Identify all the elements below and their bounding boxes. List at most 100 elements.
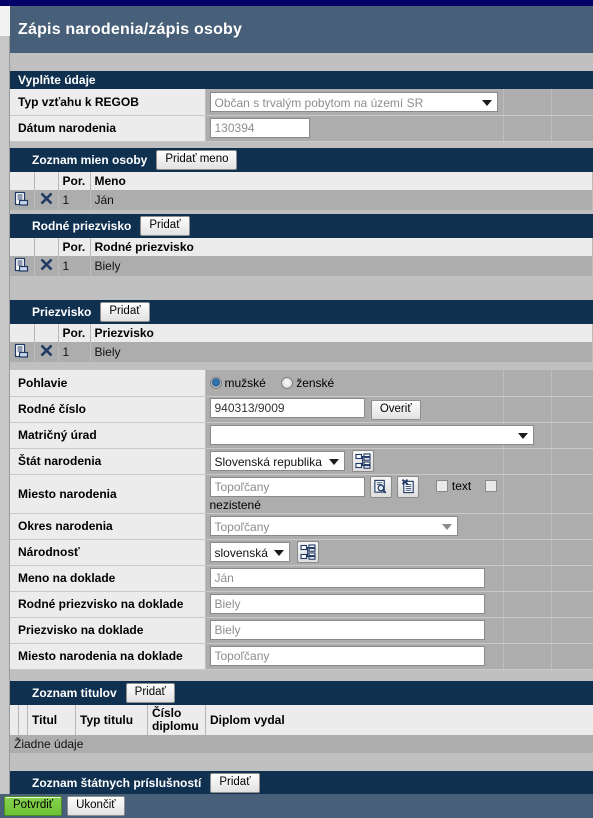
- priezvisko-na-doklade-input[interactable]: [209, 620, 485, 640]
- spacer-cell-5b: [551, 474, 593, 514]
- label-datum-narodenia: Dátum narodenia: [10, 115, 206, 142]
- sn-row-value: Biely: [90, 342, 593, 362]
- bs-row-value: Biely: [90, 256, 593, 276]
- page-title-banner: Zápis narodenia/zápis osoby: [10, 6, 593, 53]
- document-detail-icon[interactable]: [14, 191, 30, 207]
- bs-row-por: 1: [58, 256, 91, 276]
- names-col-delete: [34, 172, 59, 190]
- spacer-cell-4b: [551, 448, 593, 475]
- add-title-button[interactable]: Pridať: [125, 683, 175, 703]
- titles-list: Titul Typ titulu Číslo diplomu Diplom vy…: [10, 705, 593, 753]
- rodne-priezvisko-na-doklade-input[interactable]: [209, 594, 485, 614]
- chevron-down-icon: [273, 550, 284, 556]
- section-header-surname: Priezvisko Pridať: [10, 300, 593, 324]
- cancel-button[interactable]: Ukončiť: [67, 796, 125, 816]
- spacer-cell-5a: [503, 474, 552, 514]
- checkbox-text-icon[interactable]: [435, 479, 448, 492]
- add-citizenship-button[interactable]: Pridať: [210, 773, 260, 793]
- cell-typ-vztahu: Občan s trvalým pobytom na území SR: [205, 89, 504, 116]
- names-row-por: 1: [58, 190, 91, 210]
- titles-col-cislo: Číslo diplomu: [147, 705, 206, 735]
- okres-narodenia-value: Topoľčany: [214, 520, 270, 534]
- page-root: Zápis narodenia/zápis osoby Vyplňte údaj…: [0, 6, 593, 818]
- names-row-value: Ján: [90, 190, 593, 210]
- titles-header-row: Titul Typ titulu Číslo diplomu Diplom vy…: [10, 705, 593, 735]
- sn-row-por: 1: [58, 342, 91, 362]
- search-document-icon[interactable]: [369, 475, 392, 498]
- cell-datum-narodenia: [205, 115, 504, 142]
- checkbox-unknown-icon[interactable]: [484, 479, 497, 492]
- checkbox-text-wrap[interactable]: text: [435, 478, 475, 493]
- chevron-down-icon: [328, 459, 339, 465]
- hierarchy-tree-icon[interactable]: [351, 450, 374, 472]
- radio-group-gender[interactable]: mužské: [209, 375, 270, 390]
- add-surname-button[interactable]: Pridať: [100, 302, 150, 322]
- document-detail-icon[interactable]: [14, 257, 30, 273]
- spacer-cell-11b: [551, 643, 593, 670]
- names-row-delete-cell: [34, 190, 59, 210]
- spacer-cell-6a: [503, 513, 552, 540]
- spacer-cell-11a: [503, 643, 552, 670]
- form-row-matricny-urad: Matričný úrad: [10, 422, 593, 449]
- miesto-narodenia-na-doklade-input[interactable]: [209, 646, 485, 666]
- miesto-narodenia-input[interactable]: [209, 476, 365, 497]
- meno-na-doklade-input[interactable]: [209, 568, 485, 588]
- cell-priezvisko-na-doklade: [205, 617, 504, 644]
- checkbox-text-label: text: [451, 478, 472, 493]
- titles-col-pad1: [10, 705, 19, 735]
- confirm-button[interactable]: Potvrdiť: [4, 796, 63, 816]
- add-name-button[interactable]: Pridať meno: [156, 150, 238, 170]
- label-narodnost: Národnosť: [10, 539, 206, 566]
- titles-empty-row: Žiadne údaje: [10, 735, 593, 753]
- title-gap-band: [10, 53, 593, 71]
- section-header-fill-data-label: Vyplňte údaje: [18, 73, 96, 87]
- names-row-detail-cell: [10, 190, 35, 210]
- page-title: Zápis narodenia/zápis osoby: [18, 20, 243, 38]
- chevron-down-icon: [481, 99, 492, 106]
- surname-header-row: Por. Priezvisko: [10, 324, 593, 342]
- names-list: Por. Meno 1 Ján: [10, 172, 593, 210]
- spacer-cell-7b: [551, 539, 593, 566]
- spacer-cell-b2: [551, 115, 593, 142]
- matricny-urad-select[interactable]: [209, 425, 534, 445]
- radio-male-icon[interactable]: [209, 376, 222, 389]
- radio-male-label: mužské: [224, 375, 266, 390]
- radio-female-wrap[interactable]: ženské: [281, 376, 334, 390]
- top-form-grid: Typ vzťahu k REGOB Občan s trvalým pobyt…: [10, 89, 593, 142]
- form-row-priezvisko-na-doklade: Priezvisko na doklade: [10, 617, 593, 644]
- delete-x-icon[interactable]: [39, 343, 54, 358]
- verify-button[interactable]: Overiť: [370, 399, 421, 420]
- label-typ-vztahu: Typ vzťahu k REGOB: [10, 89, 206, 116]
- titles-col-pad2: [18, 705, 28, 735]
- hierarchy-tree-icon[interactable]: [296, 541, 319, 563]
- delete-x-icon[interactable]: [39, 257, 54, 272]
- spacer-cell-1a: [503, 370, 552, 397]
- titles-col-vydal: Diplom vydal: [205, 705, 593, 735]
- narodnost-select[interactable]: slovenská: [209, 542, 290, 562]
- typ-vztahu-select[interactable]: Občan s trvalým pobytom na území SR: [209, 91, 498, 112]
- clear-document-icon[interactable]: [397, 475, 420, 498]
- radio-female-icon[interactable]: [281, 376, 294, 389]
- names-col-detail: [10, 172, 35, 190]
- bs-col-detail: [10, 238, 35, 256]
- datum-narodenia-input[interactable]: [209, 118, 310, 138]
- rodne-cislo-input[interactable]: [209, 398, 365, 419]
- form-row-rodne-priezvisko-na-doklade: Rodné priezvisko na doklade: [10, 591, 593, 618]
- form-row-narodnost: Národnosť slovenská: [10, 539, 593, 566]
- section-header-surname-label: Priezvisko: [32, 305, 92, 319]
- document-detail-icon[interactable]: [14, 343, 30, 359]
- titles-empty-text: Žiadne údaje: [10, 735, 593, 753]
- typ-vztahu-select-value: Občan s trvalým pobytom na území SR: [214, 95, 424, 110]
- titles-col-typ: Typ titulu: [75, 705, 148, 735]
- form-row-miesto-narodenia-na-doklade: Miesto narodenia na doklade: [10, 643, 593, 670]
- okres-narodenia-select[interactable]: Topoľčany: [209, 516, 458, 536]
- birth-surname-list: Por. Rodné priezvisko 1 Biely: [10, 238, 593, 276]
- spacer-cell-8b: [551, 565, 593, 592]
- add-birth-surname-button[interactable]: Pridať: [140, 216, 190, 236]
- titles-col-titul: Titul: [27, 705, 76, 735]
- cell-narodnost: slovenská: [205, 539, 504, 566]
- spacer-cell-3b: [551, 422, 593, 449]
- stat-narodenia-select[interactable]: Slovenská republika: [209, 451, 345, 471]
- section-header-names: Zoznam mien osoby Pridať meno: [10, 148, 593, 172]
- delete-x-icon[interactable]: [39, 191, 54, 206]
